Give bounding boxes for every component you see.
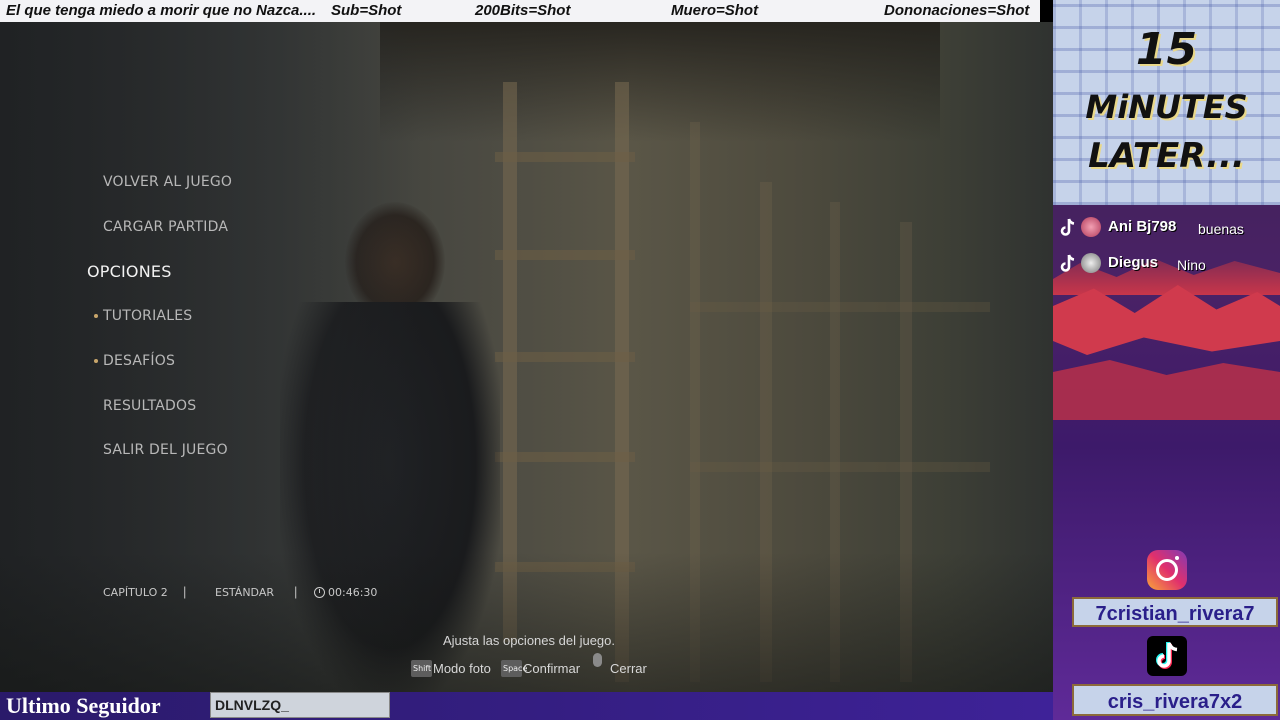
difficulty-label: ESTÁNDAR xyxy=(215,586,274,599)
chapter-label: CAPÍTULO 2 xyxy=(103,586,168,599)
last-follower-name: DLNVLZQ_ xyxy=(210,692,390,718)
menu-hint: Ajusta las opciones del juego. xyxy=(443,633,616,648)
confirm-label[interactable]: Confirmar xyxy=(523,661,580,676)
last-follower-label: Ultimo Seguidor xyxy=(6,693,161,718)
panel-wave xyxy=(1053,285,1280,355)
fence-rail xyxy=(690,302,990,312)
menu-item-resume[interactable]: VOLVER AL JUEGO xyxy=(103,174,232,190)
tiktok-handle: cris_rivera7x2 xyxy=(1072,684,1278,716)
donation-ticker: El que tenga miedo a morir que no Nazca.… xyxy=(0,0,1040,24)
panel-wave xyxy=(1053,360,1280,420)
ticker-item-donations: Dononaciones=Shot xyxy=(884,2,1030,19)
tiktok-logo-icon xyxy=(1147,636,1187,676)
status-separator: | xyxy=(294,584,298,599)
bullet-icon xyxy=(94,359,98,363)
tiktok-icon xyxy=(1060,254,1075,272)
ticker-item-bits: 200Bits=Shot xyxy=(475,2,571,19)
ticker-item-motto: El que tenga miedo a morir que no Nazca.… xyxy=(6,2,317,19)
instagram-handle: 7cristian_rivera7 xyxy=(1072,597,1278,627)
bullet-icon xyxy=(94,314,98,318)
instagram-icon xyxy=(1147,550,1187,590)
chat-username: Diegus xyxy=(1108,254,1159,271)
fifteen-minutes-later-banner: 15 MiNUTES LATER... xyxy=(1053,0,1280,205)
close-label[interactable]: Cerrar xyxy=(610,661,647,676)
ladder-rung xyxy=(495,352,635,362)
ladder-rung xyxy=(495,250,635,260)
game-viewport: VOLVER AL JUEGO CARGAR PARTIDA OPCIONES … xyxy=(0,22,1053,692)
chat-text: Nino xyxy=(1177,257,1206,273)
menu-item-load-game[interactable]: CARGAR PARTIDA xyxy=(103,219,228,235)
banner-line-number: 15 xyxy=(1135,24,1198,75)
menu-item-options[interactable]: OPCIONES xyxy=(87,262,172,281)
status-separator: | xyxy=(183,584,187,599)
chat-text: buenas xyxy=(1198,221,1244,237)
chat-username: Ani Bj798 xyxy=(1108,218,1177,235)
ladder-rung xyxy=(495,452,635,462)
ladder-rung xyxy=(495,152,635,162)
clock-icon xyxy=(314,587,325,598)
menu-item-results[interactable]: RESULTADOS xyxy=(103,398,196,414)
banner-line-minutes: MiNUTES xyxy=(1085,88,1248,126)
play-time: 00:46:30 xyxy=(328,586,378,599)
menu-item-quit[interactable]: SALIR DEL JUEGO xyxy=(103,442,228,458)
stream-side-panel: 15 MiNUTES LATER... Ani Bj798 buenas Die… xyxy=(1053,0,1280,720)
space-key-icon: Space xyxy=(501,660,527,677)
photo-mode-label[interactable]: Modo foto xyxy=(433,661,491,676)
avatar xyxy=(1081,217,1101,237)
menu-item-challenges[interactable]: DESAFÍOS xyxy=(103,353,175,369)
shift-key-icon: Shift xyxy=(411,660,432,677)
banner-line-later: LATER... xyxy=(1088,136,1245,176)
tiktok-icon xyxy=(1060,218,1075,236)
avatar xyxy=(1081,253,1101,273)
menu-item-tutorials[interactable]: TUTORIALES xyxy=(103,308,192,324)
scene-shadow xyxy=(380,22,940,142)
ticker-item-sub: Sub=Shot xyxy=(331,2,402,19)
ticker-item-death: Muero=Shot xyxy=(671,2,759,19)
fence-rail xyxy=(690,462,990,472)
mouse-icon xyxy=(593,653,602,667)
